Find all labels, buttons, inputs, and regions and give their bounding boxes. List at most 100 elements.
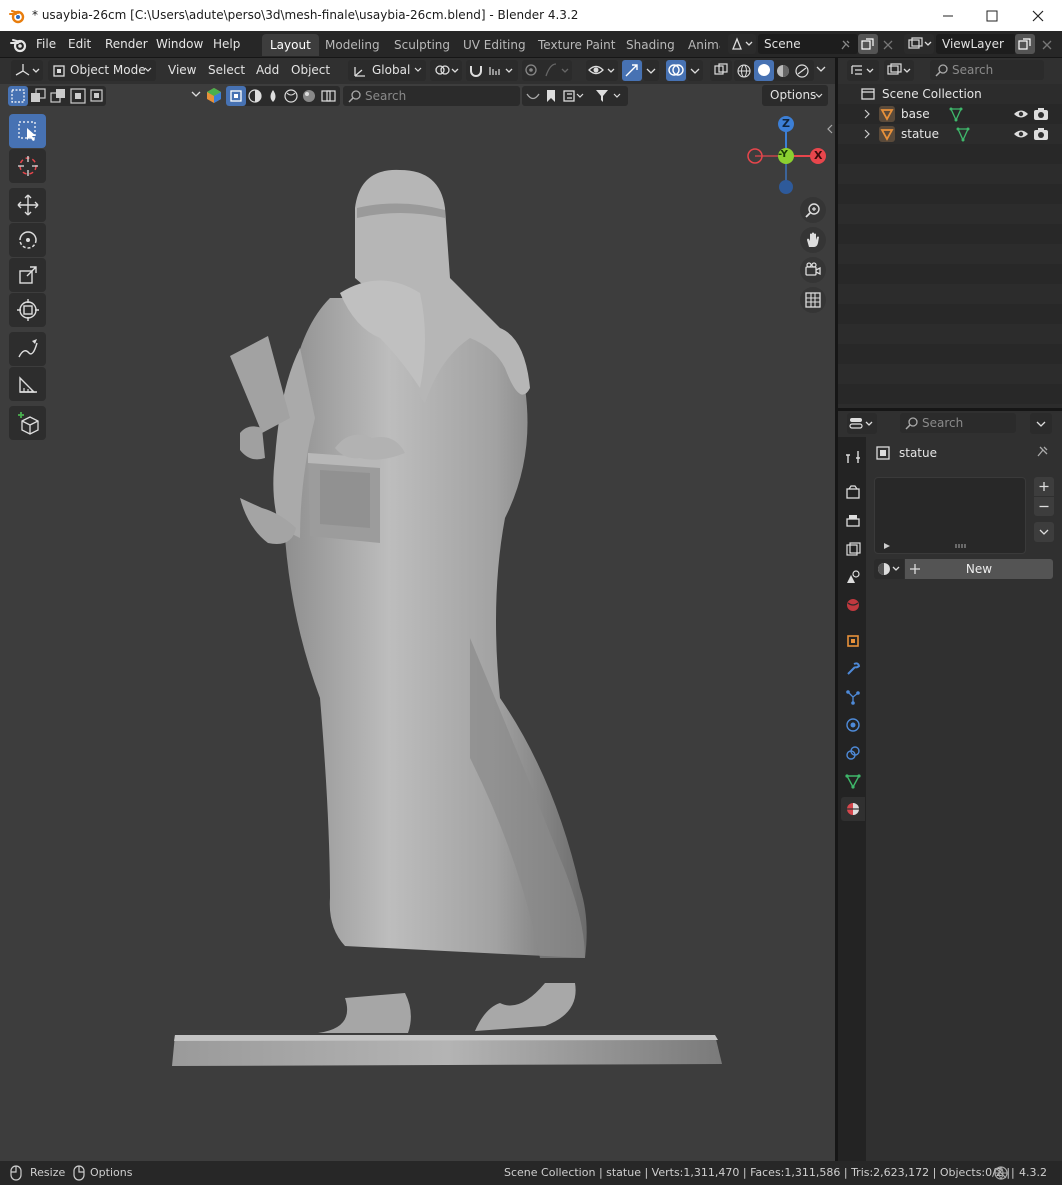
scene-icon bbox=[732, 37, 753, 50]
image-layers-icon bbox=[846, 542, 861, 556]
plus-icon bbox=[1039, 482, 1049, 491]
tab-sculpting[interactable]: Sculpting bbox=[386, 34, 458, 56]
mouse-right-icon bbox=[73, 1165, 85, 1181]
outliner-item-base[interactable]: base bbox=[838, 104, 1062, 124]
tab-physics[interactable] bbox=[841, 713, 865, 737]
tab-scene[interactable] bbox=[841, 565, 865, 589]
material-sphere-icon bbox=[878, 563, 900, 575]
eye-icon[interactable] bbox=[1013, 128, 1029, 140]
tab-texture-paint[interactable]: Texture Paint bbox=[530, 34, 623, 56]
eye-icon[interactable] bbox=[1013, 108, 1029, 120]
menu-help[interactable]: Help bbox=[213, 37, 240, 51]
expand-arrow-icon[interactable] bbox=[863, 109, 871, 119]
sidebar-toggle-icon[interactable] bbox=[826, 124, 834, 134]
mesh-object-icon bbox=[879, 126, 895, 142]
blender-menu-icon[interactable] bbox=[10, 37, 28, 53]
zoom-button[interactable] bbox=[800, 197, 826, 223]
tab-modeling[interactable]: Modeling bbox=[317, 34, 388, 56]
perspective-toggle-button[interactable] bbox=[800, 287, 826, 313]
tab-world[interactable] bbox=[841, 593, 865, 617]
status-resize-hint: Resize bbox=[30, 1166, 66, 1179]
pin-icon[interactable] bbox=[839, 39, 851, 51]
view-layer-selector[interactable] bbox=[904, 34, 934, 54]
delete-scene-icon[interactable] bbox=[882, 39, 894, 51]
outliner-search-placeholder: Search bbox=[952, 63, 994, 77]
display-mode-dropdown[interactable] bbox=[884, 60, 914, 81]
minus-icon bbox=[1039, 505, 1049, 508]
gizmo-axis-z: Z bbox=[782, 117, 790, 130]
outliner-search-input[interactable]: Search bbox=[930, 60, 1044, 80]
title-bar: * usaybia-26cm [C:\Users\adute\perso\3d\… bbox=[0, 0, 1062, 31]
pin-icon[interactable] bbox=[1035, 445, 1049, 459]
no-network-icon bbox=[994, 1166, 1008, 1180]
resize-grip-icon[interactable] bbox=[955, 543, 967, 549]
zoom-icon bbox=[805, 203, 820, 218]
camera-view-button[interactable] bbox=[800, 257, 826, 283]
delete-view-layer-icon[interactable] bbox=[1041, 39, 1053, 51]
chevron-down-icon bbox=[1039, 529, 1049, 535]
menu-file[interactable]: File bbox=[36, 37, 56, 51]
new-scene-button[interactable] bbox=[858, 34, 878, 54]
tab-particles[interactable] bbox=[841, 685, 865, 709]
remove-material-slot-button[interactable] bbox=[1034, 497, 1054, 516]
duplicate-icon bbox=[861, 38, 874, 50]
maximize-button[interactable] bbox=[969, 0, 1015, 31]
scene-selector-icon[interactable] bbox=[728, 34, 756, 54]
minimize-button[interactable] bbox=[925, 0, 971, 31]
expand-arrow-icon[interactable] bbox=[863, 129, 871, 139]
material-specials-dropdown[interactable] bbox=[1034, 522, 1054, 542]
tab-shading[interactable]: Shading bbox=[618, 34, 683, 56]
new-view-layer-button[interactable] bbox=[1015, 34, 1035, 54]
tab-render[interactable] bbox=[841, 481, 865, 505]
material-slots-list[interactable] bbox=[874, 477, 1026, 554]
mesh-object-icon bbox=[879, 106, 895, 122]
menu-edit[interactable]: Edit bbox=[68, 37, 91, 51]
menu-window[interactable]: Window bbox=[156, 37, 203, 51]
tab-modifiers[interactable] bbox=[841, 657, 865, 681]
particles-icon bbox=[846, 690, 860, 705]
new-material-label: New bbox=[965, 562, 993, 576]
browse-material-dropdown[interactable] bbox=[874, 559, 904, 579]
tab-tool[interactable] bbox=[841, 445, 865, 469]
object-data-icon bbox=[876, 446, 890, 460]
tab-layout[interactable]: Layout bbox=[262, 34, 319, 56]
list-expand-icon[interactable] bbox=[883, 542, 891, 550]
outliner-item-name: statue bbox=[901, 127, 940, 141]
properties-search-input[interactable]: Search bbox=[900, 413, 1016, 433]
tab-object[interactable] bbox=[841, 629, 865, 653]
scene-collection-row[interactable]: Scene Collection bbox=[838, 84, 1062, 104]
pan-button[interactable] bbox=[800, 227, 826, 253]
add-material-slot-button[interactable] bbox=[1034, 477, 1054, 496]
outliner-item-statue[interactable]: statue bbox=[838, 124, 1062, 144]
properties-options-dropdown[interactable] bbox=[1030, 413, 1052, 434]
world-icon bbox=[847, 599, 859, 611]
properties-search-placeholder: Search bbox=[922, 416, 964, 430]
close-icon bbox=[1032, 10, 1044, 21]
camera-render-icon[interactable] bbox=[1033, 107, 1049, 121]
new-material-button[interactable]: New bbox=[905, 559, 1053, 579]
tab-view-layer[interactable] bbox=[841, 537, 865, 561]
menu-render[interactable]: Render bbox=[105, 37, 148, 51]
tab-material[interactable] bbox=[841, 797, 865, 821]
scene-collection-label: Scene Collection bbox=[882, 87, 982, 101]
render-layers-icon bbox=[908, 37, 932, 49]
statue-mesh[interactable] bbox=[0, 58, 835, 1161]
view-layer-field[interactable]: ViewLayer bbox=[936, 34, 1016, 54]
hand-icon bbox=[807, 232, 819, 247]
close-button[interactable] bbox=[1015, 0, 1061, 31]
search-icon bbox=[935, 64, 948, 77]
gizmo-axis-x: X bbox=[814, 149, 823, 162]
outliner-editor-type[interactable] bbox=[847, 60, 879, 81]
search-icon bbox=[905, 417, 918, 430]
properties-editor-type[interactable] bbox=[847, 413, 877, 434]
tab-data[interactable] bbox=[841, 769, 865, 793]
printer-icon bbox=[846, 515, 860, 527]
tab-uv-editing[interactable]: UV Editing bbox=[455, 34, 534, 56]
tab-constraints[interactable] bbox=[841, 741, 865, 765]
3d-viewport[interactable]: Object Mode View Select Add Object Globa… bbox=[0, 58, 835, 1161]
camera-render-icon[interactable] bbox=[1033, 127, 1049, 141]
status-options-hint: Options bbox=[90, 1166, 133, 1179]
separator-bar: | bbox=[1011, 1166, 1015, 1179]
tab-animation[interactable]: Anima bbox=[680, 34, 720, 56]
tab-output[interactable] bbox=[841, 509, 865, 533]
